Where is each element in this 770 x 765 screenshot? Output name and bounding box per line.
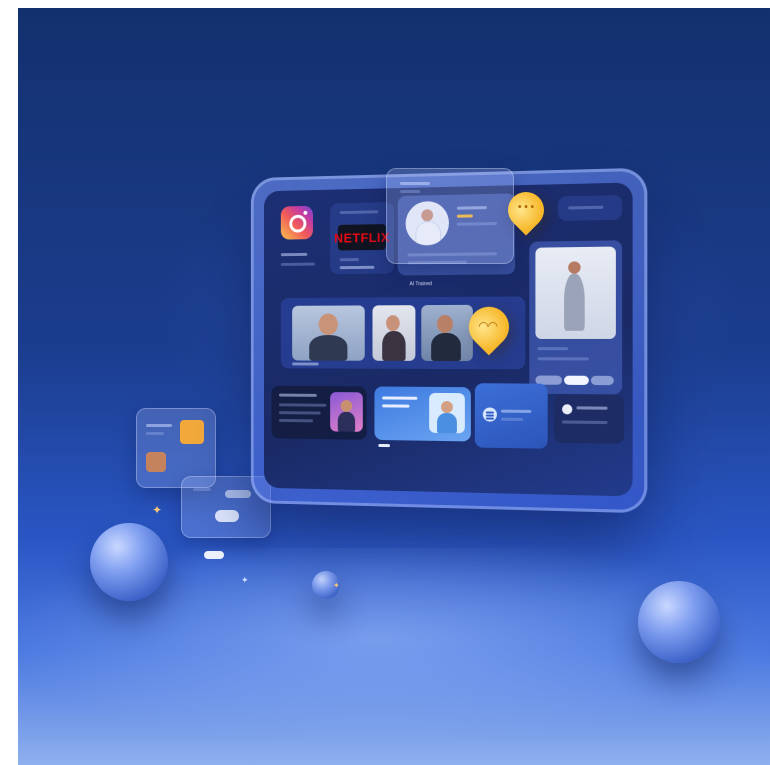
floating-chip — [204, 551, 224, 559]
app-tile-icon — [180, 420, 204, 444]
spotify-card[interactable] — [474, 383, 548, 449]
instagram-card[interactable] — [271, 200, 330, 275]
netflix-card[interactable]: NETFLIX — [330, 202, 394, 275]
netflix-logo[interactable]: NETFLIX — [334, 224, 390, 251]
spotify-icon[interactable] — [482, 407, 497, 422]
promo-card[interactable] — [374, 386, 471, 442]
more-button[interactable] — [590, 375, 614, 386]
message-button[interactable] — [564, 375, 589, 385]
pager-dots — [378, 443, 390, 448]
top-search-bar[interactable] — [557, 195, 623, 221]
side-profile-card[interactable] — [529, 240, 623, 395]
floating-notification-panel — [386, 168, 514, 264]
large-sphere-right — [638, 581, 720, 663]
scene-background: ✦ ✦ ✦ NETFLIX AI Trained ◠◠ • • • — [18, 8, 770, 765]
bulb-face-icon: • • • — [518, 202, 535, 213]
sparkle-icon: ✦ — [152, 503, 163, 517]
promo-avatar — [429, 392, 465, 434]
video-thumb-1[interactable] — [292, 305, 365, 361]
side-profile-photo — [535, 246, 616, 339]
sparkle-icon: ✦ — [241, 575, 249, 585]
cloud-icon — [215, 510, 239, 522]
sparkle-icon: ✦ — [333, 581, 340, 590]
music-cover — [330, 392, 363, 432]
bulb-face-icon: ◠◠ — [478, 318, 498, 333]
large-sphere-left — [90, 523, 168, 601]
ai-caption: AI Trained — [409, 281, 432, 288]
app-tile-icon — [146, 452, 166, 472]
contact-card[interactable] — [553, 393, 625, 444]
instagram-icon[interactable] — [280, 205, 313, 240]
video-thumb-3[interactable] — [421, 304, 473, 362]
music-card[interactable] — [271, 385, 367, 440]
video-thumb-2[interactable] — [372, 305, 416, 361]
